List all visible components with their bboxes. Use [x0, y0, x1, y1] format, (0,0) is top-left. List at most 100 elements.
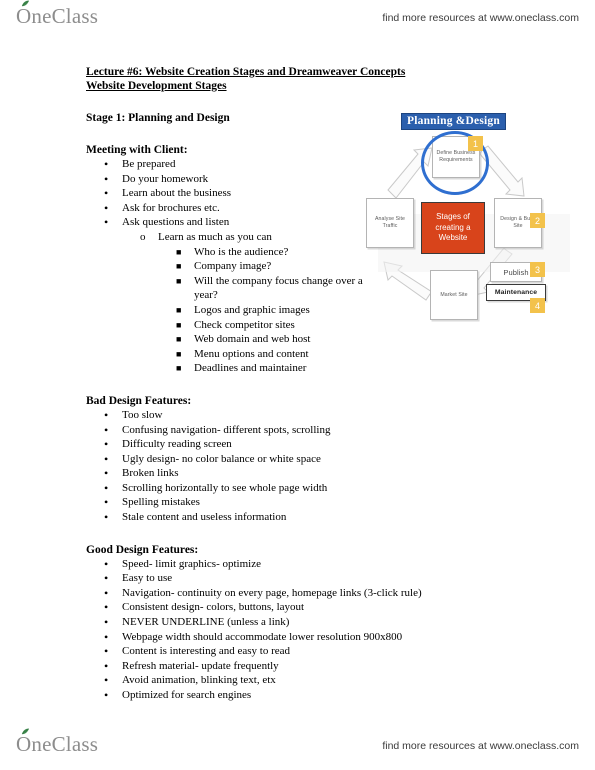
list-sub-bullet: o Learn as much as you can: [122, 230, 556, 245]
document-title: Lecture #6: Website Creation Stages and …: [86, 66, 556, 93]
list-item: • Content is interesting and easy to read: [86, 644, 556, 659]
logo-o-text: O: [16, 4, 32, 28]
bullet-disc-icon: •: [104, 688, 109, 702]
list-bad-design-features: • Too slow • Confusing navigation- differe…: [86, 408, 556, 525]
list-item-label: Web domain and web host: [194, 333, 311, 346]
bullet-square-icon: ■: [176, 319, 182, 330]
bullet-disc-icon: •: [104, 200, 109, 215]
list-item-label: Consistent design- colors, buttons, layo…: [122, 601, 305, 614]
list-item: • Learn about the business: [86, 186, 556, 201]
list-item-label: Deadlines and maintainer: [194, 362, 307, 375]
heading-meeting-with-client: Meeting with Client:: [86, 144, 188, 156]
bullet-disc-icon: •: [104, 644, 109, 659]
document-body: Lecture #6: Website Creation Stages and …: [86, 66, 556, 703]
logo-letter-o: O: [16, 728, 32, 757]
logo-o-text: O: [16, 732, 32, 756]
list-item-label: Spelling mistakes: [122, 496, 200, 509]
list-item-label: Do your homework: [122, 172, 209, 185]
list-item: ■ Who is the audience?: [158, 245, 556, 260]
logo-rest-text: neClass: [31, 732, 99, 756]
list-item: • NEVER UNDERLINE (unless a link): [86, 615, 556, 630]
bullet-disc-icon: •: [104, 422, 109, 437]
list-item: ■ Web domain and web host: [158, 332, 556, 347]
bullet-square-icon: ■: [176, 304, 182, 315]
list-item-label: Check competitor sites: [194, 318, 295, 331]
list-good-design-features: • Speed- limit graphics- optimize • Easy t…: [86, 557, 556, 703]
list-item-label: Optimized for search engines: [122, 689, 252, 701]
bullet-disc-icon: •: [104, 215, 109, 230]
list-item: • Optimized for search engines: [86, 688, 556, 703]
bullet-disc-icon: •: [104, 571, 109, 586]
oneclass-logo: O neClass: [16, 0, 98, 29]
list-item: • Be prepared: [86, 157, 556, 172]
list-item: ■ Will the company focus change over a ye…: [158, 274, 556, 303]
list-item: • Do your homework: [86, 172, 556, 187]
list-item: • Avoid animation, blinking text, etx: [86, 673, 556, 688]
bullet-disc-icon: •: [104, 495, 109, 510]
bullet-disc-icon: •: [104, 466, 109, 481]
list-item-label: Ask questions and listen: [122, 216, 230, 229]
bullet-disc-icon: •: [104, 407, 109, 422]
oneclass-logo-footer: O neClass: [16, 728, 99, 757]
list-item-label: NEVER UNDERLINE (unless a link): [122, 616, 290, 629]
list-item: ■ Menu options and content: [158, 347, 556, 362]
list-item: • Navigation- continuity on every page, h…: [86, 586, 556, 601]
header-tagline: find more resources at www.oneclass.com: [382, 12, 579, 24]
list-item-label: Learn as much as you can: [158, 230, 272, 243]
heading-bad-design-features: Bad Design Features:: [86, 394, 192, 407]
list-item: ■ Check competitor sites: [158, 318, 556, 333]
list-item-label: Avoid animation, blinking text, etx: [122, 674, 276, 687]
list-sub-sub-bullets: ■ Who is the audience? ■ Company image? ■ W…: [158, 245, 556, 376]
page-footer: O neClass find more resources at www.one…: [0, 728, 595, 766]
page-header: O neClass find more resources at www.one…: [0, 0, 595, 38]
list-item: ■ Logos and graphic images: [158, 303, 556, 318]
list-item: • Easy to use: [86, 571, 556, 586]
list-item-label: Webpage width should accommodate lower r…: [122, 630, 403, 643]
list-item-label: Easy to use: [122, 572, 173, 585]
bullet-circle-icon: o: [140, 230, 146, 243]
bullet-square-icon: ■: [176, 334, 182, 345]
list-item: • Difficulty reading screen: [86, 437, 556, 452]
heading-good-design-features: Good Design Features:: [86, 543, 199, 556]
list-item-label: Company image?: [194, 260, 272, 273]
list-item: • Broken links: [86, 466, 556, 481]
list-item-label: Be prepared: [122, 158, 176, 170]
bullet-square-icon: ■: [176, 275, 182, 286]
bullet-disc-icon: •: [104, 186, 109, 201]
bullet-disc-icon: •: [104, 171, 109, 186]
bullet-square-icon: ■: [176, 261, 182, 272]
list-item-label: Refresh material- update frequently: [122, 659, 279, 672]
bullet-disc-icon: •: [104, 480, 109, 495]
bullet-disc-icon: •: [104, 615, 109, 630]
list-item: o Learn as much as you can: [122, 230, 556, 245]
list-item-label: Stale content and useless information: [122, 511, 287, 524]
bullet-disc-icon: •: [104, 437, 109, 452]
list-item-label: Confusing navigation- different spots, s…: [122, 423, 331, 436]
bullet-square-icon: ■: [176, 363, 182, 374]
list-item-label: Navigation- continuity on every page, ho…: [122, 586, 422, 599]
list-item-label: Ugly design- no color balance or white s…: [122, 452, 321, 465]
list-item-label: Ask for brochures etc.: [122, 201, 220, 214]
bullet-square-icon: ■: [176, 246, 182, 257]
bullet-disc-icon: •: [104, 658, 109, 673]
leaf-icon: [21, 728, 29, 735]
list-item-label: Scrolling horizontally to see whole page…: [122, 481, 328, 494]
title-line-1: Lecture #6: Website Creation Stages and …: [86, 66, 406, 78]
leaf-icon: [21, 0, 29, 7]
list-item-label: Broken links: [122, 467, 179, 480]
list-item-label: Who is the audience?: [194, 245, 289, 258]
list-item-label: Too slow: [122, 408, 163, 421]
bullet-disc-icon: •: [104, 673, 109, 688]
bullet-disc-icon: •: [104, 629, 109, 644]
list-meeting-bullets: • Be prepared • Do your homework • Learn ab…: [86, 157, 556, 230]
list-item: • Confusing navigation- different spots, …: [86, 423, 556, 438]
list-item: • Webpage width should accommodate lower …: [86, 630, 556, 645]
bullet-disc-icon: •: [104, 585, 109, 600]
list-item-label: Menu options and content: [194, 347, 309, 360]
bullet-disc-icon: •: [104, 510, 109, 525]
list-item: • Spelling mistakes: [86, 495, 556, 510]
title-line-2: Website Development Stages: [86, 79, 227, 92]
bullet-disc-icon: •: [104, 451, 109, 466]
bullet-disc-icon: •: [104, 157, 109, 171]
list-item: • Ask for brochures etc.: [86, 201, 556, 216]
